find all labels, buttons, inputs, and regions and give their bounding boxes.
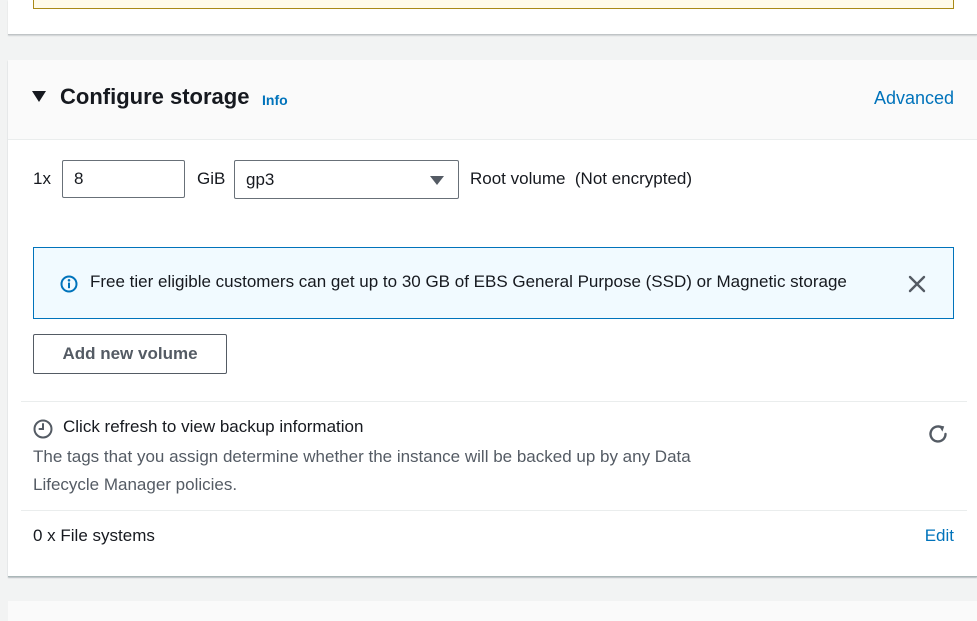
edit-file-systems-link[interactable]: Edit: [925, 526, 954, 546]
info-circle-icon: [60, 275, 78, 293]
previous-section-card: [8, 0, 977, 35]
divider: [21, 510, 967, 511]
file-systems-label: 0 x File systems: [33, 526, 155, 545]
collapse-caret-icon[interactable]: [32, 91, 46, 102]
volume-description: Root volume (Not encrypted): [470, 169, 693, 188]
advanced-link[interactable]: Advanced: [874, 88, 954, 109]
volume-size-input[interactable]: [62, 160, 185, 198]
volume-type-select[interactable]: gp3: [234, 160, 459, 199]
info-link[interactable]: Info: [262, 92, 288, 108]
volume-size-unit: GiB: [197, 169, 226, 188]
next-section-card: [8, 601, 977, 621]
volume-type-value: gp3: [246, 170, 275, 189]
previous-warning-box: [33, 0, 954, 9]
close-icon[interactable]: [906, 273, 928, 295]
divider: [21, 401, 967, 402]
refresh-icon[interactable]: [926, 422, 950, 446]
backup-title: Click refresh to view backup information: [63, 417, 364, 436]
backup-description: The tags that you assign determine wheth…: [33, 447, 691, 494]
add-new-volume-button[interactable]: Add new volume: [33, 334, 227, 374]
card-header: Configure storage Info Advanced: [8, 60, 977, 140]
caret-down-icon: [430, 176, 444, 185]
configure-storage-card: Configure storage Info Advanced 1x GiB g…: [8, 60, 977, 577]
free-tier-alert: Free tier eligible customers can get up …: [33, 247, 954, 319]
clock-icon: [33, 419, 53, 439]
volume-count-label: 1x: [33, 169, 51, 188]
alert-text: Free tier eligible customers can get up …: [90, 272, 847, 291]
section-title: Configure storage: [60, 84, 250, 109]
